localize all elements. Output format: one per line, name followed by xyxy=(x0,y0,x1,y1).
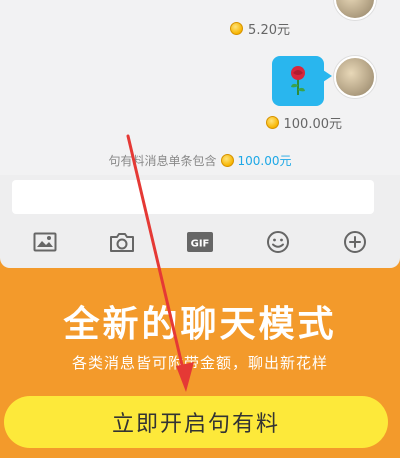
message-amount-value: 100.00元 xyxy=(283,117,343,132)
amount-notice: 句有料消息单条包含 100.00元 xyxy=(0,152,400,169)
plus-icon xyxy=(344,231,367,253)
promo-subtitle: 各类消息皆可附带金额，聊出新花样 xyxy=(71,354,328,372)
image-icon xyxy=(33,232,57,252)
avatar[interactable] xyxy=(334,56,376,98)
more-button[interactable] xyxy=(341,228,369,256)
chat-screen: 5.20元 100.00元 句有料消息单条包含 100.00元 GIF xyxy=(0,0,400,268)
camera-icon xyxy=(110,233,135,252)
message-input[interactable] xyxy=(12,180,374,214)
gif-icon: GIF xyxy=(186,232,213,252)
coin-icon xyxy=(265,116,279,129)
gif-button[interactable]: GIF xyxy=(186,228,214,256)
emoji-icon xyxy=(266,231,289,253)
chat-messages: 5.20元 100.00元 句有料消息单条包含 100.00元 xyxy=(0,0,400,175)
chat-toolbar: GIF xyxy=(0,222,400,262)
promo-title: 全新的聊天模式 xyxy=(63,304,337,345)
avatar[interactable] xyxy=(334,0,376,20)
gif-label: GIF xyxy=(191,239,210,250)
notice-text: 句有料消息单条包含 xyxy=(108,154,217,168)
notice-amount: 100.00元 xyxy=(237,154,292,168)
message-amount: 100.00元 xyxy=(265,113,343,132)
coin-icon xyxy=(220,154,234,167)
enable-button[interactable]: 立即开启句有料 xyxy=(4,396,388,448)
rose-icon xyxy=(291,66,305,95)
emoji-button[interactable] xyxy=(264,228,292,256)
image-button[interactable] xyxy=(31,228,59,256)
message-amount: 5.20元 xyxy=(230,19,290,38)
coin-icon xyxy=(230,22,244,35)
message-amount-value: 5.20元 xyxy=(248,23,290,38)
camera-button[interactable] xyxy=(108,228,136,256)
message-bubble[interactable] xyxy=(272,56,332,106)
